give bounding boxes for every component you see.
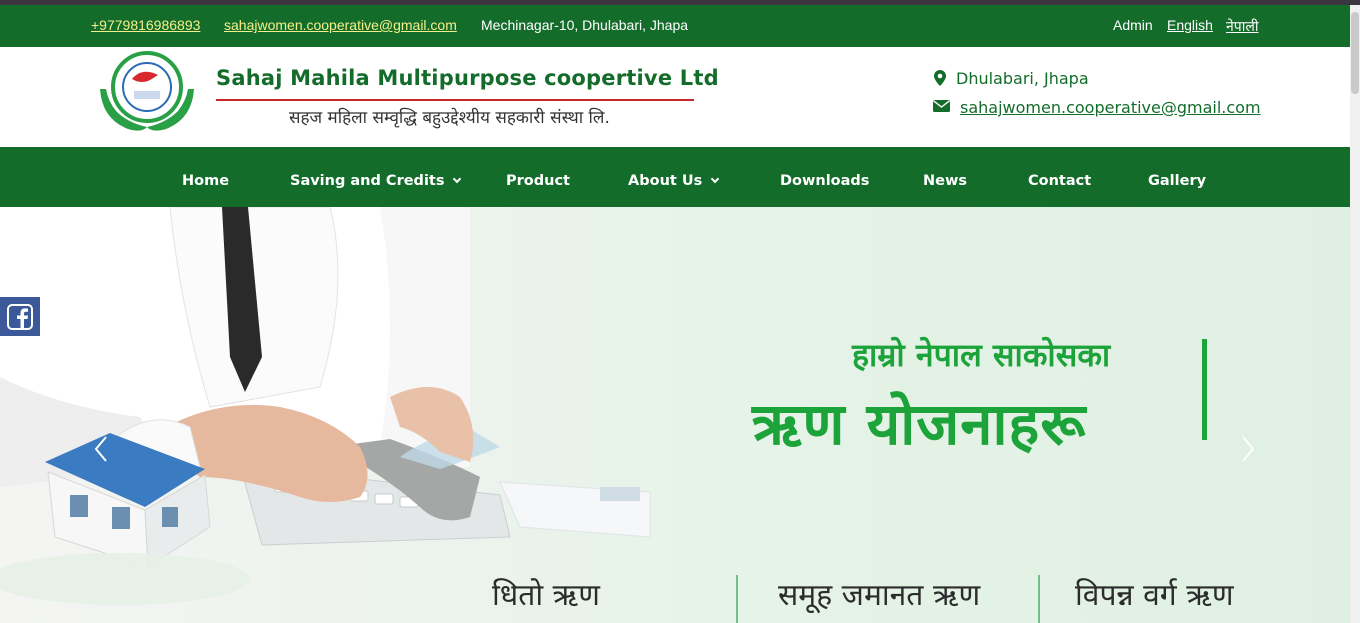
organization-subtitle: सहज महिला सम्वृद्धि बहुउद्देश्यीय सहकारी… <box>289 108 610 128</box>
hero-slider[interactable]: हाम्रो नेपाल साकोसका ऋण योजनाहरू धितो ऋण… <box>0 207 1350 623</box>
map-marker-icon <box>934 70 946 86</box>
nav-item-home[interactable]: Home <box>182 173 229 189</box>
loan-type-label: धितो ऋण <box>492 578 600 613</box>
nav-label: Home <box>182 173 230 189</box>
nav-item-about-us[interactable]: About Us <box>628 173 720 189</box>
nav-label: Saving and Credits <box>290 173 445 189</box>
hero-photo-businessman-calculator <box>0 207 651 605</box>
nav-label: Contact <box>1028 173 1092 189</box>
page-scrollbar[interactable] <box>1350 5 1360 623</box>
nav-item-gallery[interactable]: Gallery <box>1148 173 1206 189</box>
hero-accent-bar <box>1202 339 1207 440</box>
address-text: Mechinagar-10, Dhulabari, Jhapa <box>481 17 689 33</box>
nav-item-contact[interactable]: Contact <box>1028 173 1091 189</box>
language-nepali-link[interactable]: नेपाली <box>1226 17 1258 36</box>
nav-label: Product <box>506 173 570 189</box>
nav-item-downloads[interactable]: Downloads <box>780 173 869 189</box>
nav-label: News <box>923 173 967 189</box>
facebook-icon <box>7 303 33 330</box>
hero-heading-line2: ऋण योजनाहरू <box>752 390 1087 458</box>
site-header: Sahaj Mahila Multipurpose coopertive Ltd… <box>0 47 1350 147</box>
email-link[interactable]: sahajwomen.cooperative@gmail.com <box>224 17 457 33</box>
carousel-next-icon[interactable] <box>1241 435 1255 463</box>
nav-item-product[interactable]: Product <box>506 173 570 189</box>
logo[interactable] <box>98 49 196 133</box>
top-contact-bar: +9779816986893 sahajwomen.cooperative@gm… <box>0 5 1350 47</box>
nav-item-saving-and-credits[interactable]: Saving and Credits <box>290 173 462 189</box>
phone-link[interactable]: +9779816986893 <box>91 17 200 33</box>
language-english-link[interactable]: English <box>1167 17 1213 33</box>
chevron-down-icon <box>453 174 462 184</box>
nav-item-news[interactable]: News <box>923 173 967 189</box>
nav-label: About Us <box>628 173 703 189</box>
organization-name: Sahaj Mahila Multipurpose coopertive Ltd <box>216 66 719 90</box>
chevron-down-icon <box>711 174 720 184</box>
envelope-icon <box>933 100 950 112</box>
loan-divider <box>736 575 738 623</box>
loan-type-label: समूह जमानत ऋण <box>778 578 981 613</box>
main-navigation: Home Saving and Credits Product About Us… <box>0 147 1350 207</box>
title-underline <box>216 99 694 101</box>
loan-divider <box>1038 575 1040 623</box>
scrollbar-thumb[interactable] <box>1351 12 1359 94</box>
nav-label: Gallery <box>1148 173 1207 189</box>
loan-type-label: विपन्न वर्ग ऋण <box>1075 578 1234 613</box>
carousel-prev-icon[interactable] <box>94 435 108 463</box>
admin-link[interactable]: Admin <box>1113 17 1153 33</box>
facebook-share-button[interactable] <box>0 297 40 336</box>
header-location: Dhulabari, Jhapa <box>956 69 1089 88</box>
nav-label: Downloads <box>780 173 870 189</box>
hero-heading-line1: हाम्रो नेपाल साकोसका <box>852 336 1111 374</box>
header-email-link[interactable]: sahajwomen.cooperative@gmail.com <box>960 98 1261 117</box>
